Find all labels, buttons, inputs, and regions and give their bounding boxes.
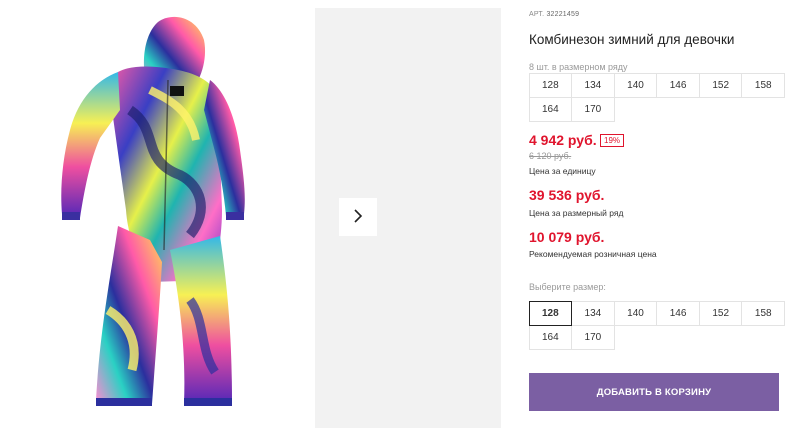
select-size-label: Выберите размер: (529, 282, 606, 292)
retail-price: 10 079 руб. (529, 229, 605, 245)
size-option-128[interactable]: 128 (528, 300, 573, 326)
retail-price-caption: Рекомендуемая розничная цена (529, 249, 657, 259)
size-row-cell: 128 (528, 72, 573, 98)
size-row-cell: 140 (613, 72, 658, 98)
product-image[interactable] (0, 0, 313, 432)
size-option-134[interactable]: 134 (571, 300, 615, 326)
old-price: 6 120 руб. (529, 151, 572, 161)
size-option-170[interactable]: 170 (571, 324, 615, 350)
article-number: АРТ. 32221459 (529, 11, 579, 18)
size-row-cell: 152 (698, 72, 743, 98)
unit-price: 4 942 руб. (529, 132, 597, 148)
article-value: 32221459 (546, 11, 580, 18)
size-row-count: 8 шт. в размерном ряду (529, 62, 628, 72)
size-option-158[interactable]: 158 (741, 300, 786, 326)
discount-badge: 19% (600, 134, 625, 147)
size-row-price: 39 536 руб. (529, 187, 605, 203)
size-row-price-caption: Цена за размерный ряд (529, 208, 624, 218)
size-row-grid: 128 134 140 146 152 158 164 170 (528, 72, 786, 122)
size-option-140[interactable]: 140 (613, 300, 658, 326)
size-option-152[interactable]: 152 (698, 300, 743, 326)
size-row-cell: 158 (741, 72, 786, 98)
size-selector: 128 134 140 146 152 158 164 170 (528, 300, 786, 350)
jumpsuit-illustration (61, 16, 245, 406)
article-label: АРТ. (529, 11, 545, 18)
size-row-cell: 164 (528, 96, 573, 122)
size-option-146[interactable]: 146 (656, 300, 700, 326)
unit-price-caption: Цена за единицу (529, 166, 596, 176)
next-image-button[interactable] (339, 198, 377, 236)
size-option-164[interactable]: 164 (528, 324, 573, 350)
size-row-cell: 134 (571, 72, 615, 98)
product-title: Комбинезон зимний для девочки (529, 32, 735, 47)
size-row-cell: 146 (656, 72, 700, 98)
add-to-cart-button[interactable]: ДОБАВИТЬ В КОРЗИНУ (529, 373, 779, 411)
size-row-cell: 170 (571, 96, 615, 122)
chevron-right-icon (352, 208, 364, 227)
